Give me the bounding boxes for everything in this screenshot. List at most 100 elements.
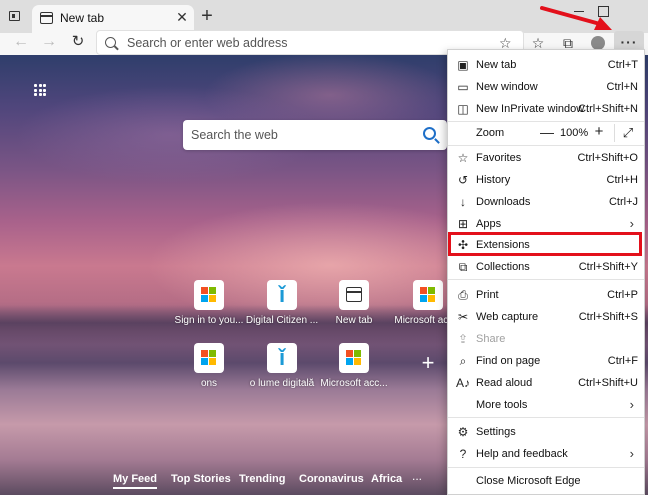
extensions-highlight-box	[448, 232, 642, 256]
app-launcher-icon[interactable]	[34, 84, 46, 96]
menu-item-shortcut: Ctrl+Shift+N	[578, 103, 638, 115]
microsoft-icon	[194, 280, 224, 310]
tab-africa[interactable]: Africa	[371, 473, 402, 485]
add-site-button[interactable]: +	[418, 352, 438, 374]
menu-divider	[448, 145, 644, 146]
gear-icon: ⚙	[457, 425, 469, 439]
menu-item-find-on-page[interactable]: ⌕ Find on page Ctrl+F	[448, 350, 644, 372]
zoom-divider	[614, 124, 615, 142]
new-window-icon: ▭	[457, 80, 469, 94]
menu-item-new-window[interactable]: ▭ New window Ctrl+N	[448, 76, 644, 98]
menu-item-label: Favorites	[476, 152, 522, 164]
collections-icon: ⧉	[458, 260, 468, 274]
menu-item-read-aloud[interactable]: A♪ Read aloud Ctrl+Shift+U	[448, 372, 644, 394]
tab-close-icon[interactable]: ✕	[174, 9, 190, 25]
menu-item-label: Read aloud	[476, 377, 533, 389]
menu-item-shortcut: Ctrl+N	[606, 81, 638, 93]
quick-link-tile[interactable]: Microsoft acc...	[306, 343, 402, 397]
back-button[interactable]: ←	[10, 33, 32, 53]
quick-link-label: Microsoft acc...	[320, 378, 388, 389]
maximize-button[interactable]	[598, 0, 648, 22]
web-search-placeholder: Search the web	[191, 128, 278, 142]
tab-new-tab[interactable]: New tab ✕	[32, 5, 194, 33]
tab-my-feed[interactable]: My Feed	[113, 473, 158, 489]
menu-item-label: Collections	[476, 261, 530, 273]
menu-item-label: Apps	[476, 218, 502, 230]
search-icon[interactable]	[423, 127, 436, 140]
menu-item-label: Downloads	[476, 196, 531, 208]
menu-item-label: Find on page	[476, 355, 541, 367]
avatar	[591, 36, 605, 50]
menu-divider	[448, 417, 644, 418]
share-icon: ⇪	[457, 332, 469, 346]
menu-item-print[interactable]: ⎙ Print Ctrl+P	[448, 284, 644, 306]
menu-item-zoom: Zoom — 100% + ⤢	[448, 122, 644, 144]
menu-item-web-capture[interactable]: ✂ Web capture Ctrl+Shift+S	[448, 306, 644, 328]
menu-item-label: History	[476, 174, 511, 186]
menu-item-close-edge[interactable]: Close Microsoft Edge	[448, 470, 644, 492]
microsoft-icon	[339, 343, 369, 373]
menu-item-shortcut: Ctrl+T	[607, 59, 638, 71]
zoom-out-button[interactable]: —	[540, 124, 554, 140]
microsoft-icon	[413, 280, 443, 310]
menu-item-shortcut: Ctrl+P	[607, 289, 638, 301]
menu-item-favorites[interactable]: ☆ Favorites Ctrl+Shift+O	[448, 147, 644, 169]
find-icon: ⌕	[459, 354, 467, 368]
menu-item-label: Zoom	[476, 127, 505, 139]
help-icon: ?	[459, 447, 467, 461]
chevron-right-icon: ›	[629, 216, 634, 231]
menu-item-label: New tab	[476, 59, 517, 71]
apps-icon: ⊞	[457, 217, 469, 231]
tab-top-stories[interactable]: Top Stories	[171, 473, 231, 485]
refresh-button[interactable]: ↻	[67, 33, 89, 53]
search-icon	[105, 37, 116, 48]
menu-item-shortcut: Ctrl+J	[608, 196, 638, 208]
read-aloud-icon: A♪	[456, 376, 471, 390]
menu-item-label: Settings	[476, 426, 516, 438]
menu-item-history[interactable]: ↺ History Ctrl+H	[448, 169, 644, 191]
new-tab-icon	[339, 280, 369, 310]
menu-item-label: Help and feedback	[476, 448, 568, 460]
menu-item-label: More tools	[476, 399, 528, 411]
minimize-button[interactable]	[556, 0, 602, 22]
menu-item-new-inprivate-window[interactable]: ◫ New InPrivate window Ctrl+Shift+N	[448, 98, 644, 120]
forward-button[interactable]: →	[38, 33, 60, 53]
menu-item-label: New window	[476, 81, 538, 93]
history-icon: ↺	[457, 173, 469, 187]
menu-item-downloads[interactable]: ↓ Downloads Ctrl+J	[448, 191, 644, 213]
tab-coronavirus[interactable]: Coronavirus	[299, 473, 364, 485]
new-tab-icon: ▣	[457, 58, 469, 72]
web-capture-icon: ✂	[457, 310, 469, 324]
menu-item-label: Print	[476, 289, 499, 301]
menu-divider	[448, 467, 644, 468]
download-icon: ↓	[460, 195, 466, 209]
menu-item-collections[interactable]: ⧉ Collections Ctrl+Shift+Y	[448, 256, 644, 278]
chevron-right-icon: ›	[629, 446, 634, 461]
address-placeholder: Search or enter web address	[127, 36, 288, 50]
favorites-icon: ☆	[457, 151, 469, 165]
print-icon: ⎙	[458, 288, 468, 302]
menu-item-label: Share	[476, 333, 506, 345]
menu-item-more-tools[interactable]: More tools ›	[448, 394, 644, 416]
menu-item-help-and-feedback[interactable]: ? Help and feedback ›	[448, 443, 644, 465]
menu-item-shortcut: Ctrl+Shift+U	[578, 377, 638, 389]
zoom-level: 100%	[560, 127, 589, 139]
menu-item-share[interactable]: ⇪ Share	[448, 328, 644, 350]
tab-trending[interactable]: Trending	[239, 473, 285, 485]
fullscreen-icon[interactable]: ⤢	[620, 125, 636, 141]
zoom-in-button[interactable]: +	[592, 123, 606, 140]
digital-citizen-icon: ǐ	[267, 280, 297, 310]
web-search-input[interactable]: Search the web	[183, 120, 447, 150]
menu-item-label: Web capture	[476, 311, 539, 323]
digital-citizen-icon: ǐ	[267, 343, 297, 373]
menu-item-label: Close Microsoft Edge	[476, 475, 581, 487]
tab-title: New tab	[60, 11, 105, 25]
microsoft-icon	[194, 343, 224, 373]
menu-item-new-tab[interactable]: ▣ New tab Ctrl+T	[448, 54, 644, 76]
feed-more-icon[interactable]: ...	[412, 469, 422, 483]
new-tab-favicon-icon	[40, 12, 53, 24]
tab-actions-icon[interactable]	[6, 8, 24, 24]
new-tab-button[interactable]: +	[197, 6, 217, 26]
menu-item-settings[interactable]: ⚙ Settings	[448, 421, 644, 443]
inprivate-icon: ◫	[457, 102, 469, 116]
